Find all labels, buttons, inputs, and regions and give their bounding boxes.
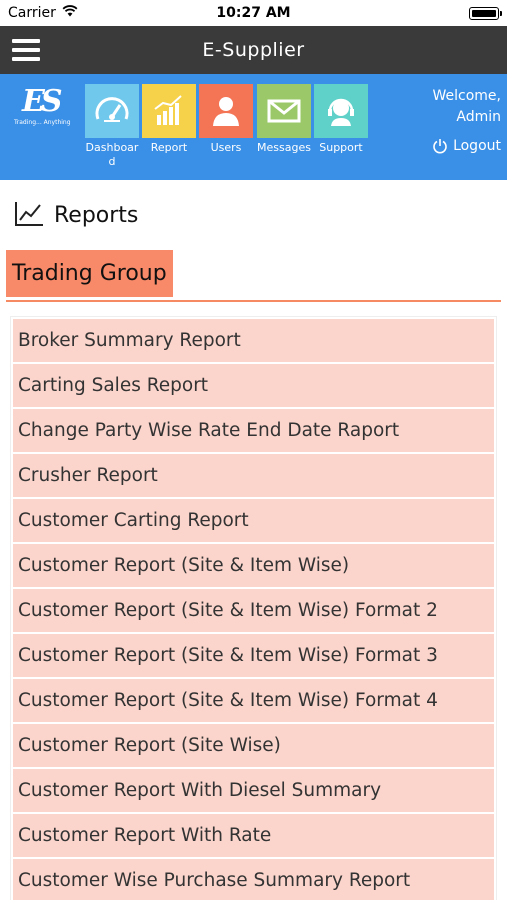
group-tab-bar: Trading Group: [6, 250, 501, 302]
report-tile: [142, 84, 196, 138]
list-item[interactable]: Carting Sales Report: [13, 364, 494, 407]
envelope-icon: [267, 99, 301, 123]
headset-icon: [328, 98, 354, 126]
list-item[interactable]: Crusher Report: [13, 454, 494, 497]
list-item[interactable]: Customer Report (Site & Item Wise) Forma…: [13, 634, 494, 677]
welcome-text: Welcome, Admin: [433, 86, 502, 128]
nav-messages-label: Messages: [257, 141, 311, 154]
list-item[interactable]: Customer Report (Site & Item Wise): [13, 544, 494, 587]
list-item[interactable]: Customer Report With Rate: [13, 814, 494, 857]
user-icon: [213, 97, 239, 126]
support-tile: [314, 84, 368, 138]
report-list: Broker Summary Report Carting Sales Repo…: [10, 316, 497, 900]
list-item[interactable]: Customer Report (Site Wise): [13, 724, 494, 767]
list-item[interactable]: Customer Wise Purchase Summary Report: [13, 859, 494, 900]
bar-chart-icon: [154, 95, 182, 125]
nav-band: ES Trading... Anything Dashboar d Report: [0, 74, 507, 180]
dashboard-tile: [85, 84, 139, 138]
nav-users-label: Users: [210, 141, 242, 154]
nav-support-label: Support: [319, 141, 363, 154]
list-item[interactable]: Change Party Wise Rate End Date Raport: [13, 409, 494, 452]
clock: 10:27 AM: [216, 5, 291, 21]
logout-label: Logout: [453, 138, 501, 154]
app-title: E-Supplier: [202, 39, 305, 61]
nav-support[interactable]: Support: [314, 84, 368, 155]
line-chart-icon: [15, 202, 43, 226]
logo-mark: ES: [22, 84, 62, 119]
status-bar: Carrier 10:27 AM: [0, 0, 507, 26]
battery-icon: [469, 7, 502, 20]
nav-report-label: Report: [150, 141, 188, 154]
nav-report[interactable]: Report: [142, 84, 196, 155]
list-item[interactable]: Customer Report (Site & Item Wise) Forma…: [13, 679, 494, 722]
speedometer-icon: [95, 97, 129, 122]
nav-users[interactable]: Users: [199, 84, 253, 155]
messages-tile: [257, 84, 311, 138]
power-icon: [433, 139, 447, 154]
app-header: E-Supplier: [0, 26, 507, 74]
list-item[interactable]: Customer Carting Report: [13, 499, 494, 542]
nav-messages[interactable]: Messages: [257, 84, 311, 155]
logo[interactable]: ES Trading... Anything: [14, 84, 74, 136]
welcome-greeting: Welcome,: [432, 88, 502, 104]
list-item[interactable]: Broker Summary Report: [13, 319, 494, 362]
page-header: Reports: [0, 180, 507, 248]
logout-button[interactable]: Logout: [432, 138, 501, 154]
nav-dashboard-label: Dashboar d: [85, 141, 139, 168]
group-title: Trading Group: [6, 250, 173, 297]
logo-tagline: Trading... Anything: [14, 119, 71, 126]
list-item[interactable]: Customer Report With Diesel Summary: [13, 769, 494, 812]
welcome-user: Admin: [456, 109, 501, 125]
users-tile: [199, 84, 253, 138]
nav-dashboard[interactable]: Dashboar d: [85, 84, 139, 169]
list-item[interactable]: Customer Report (Site & Item Wise) Forma…: [13, 589, 494, 632]
page-title: Reports: [54, 203, 139, 228]
